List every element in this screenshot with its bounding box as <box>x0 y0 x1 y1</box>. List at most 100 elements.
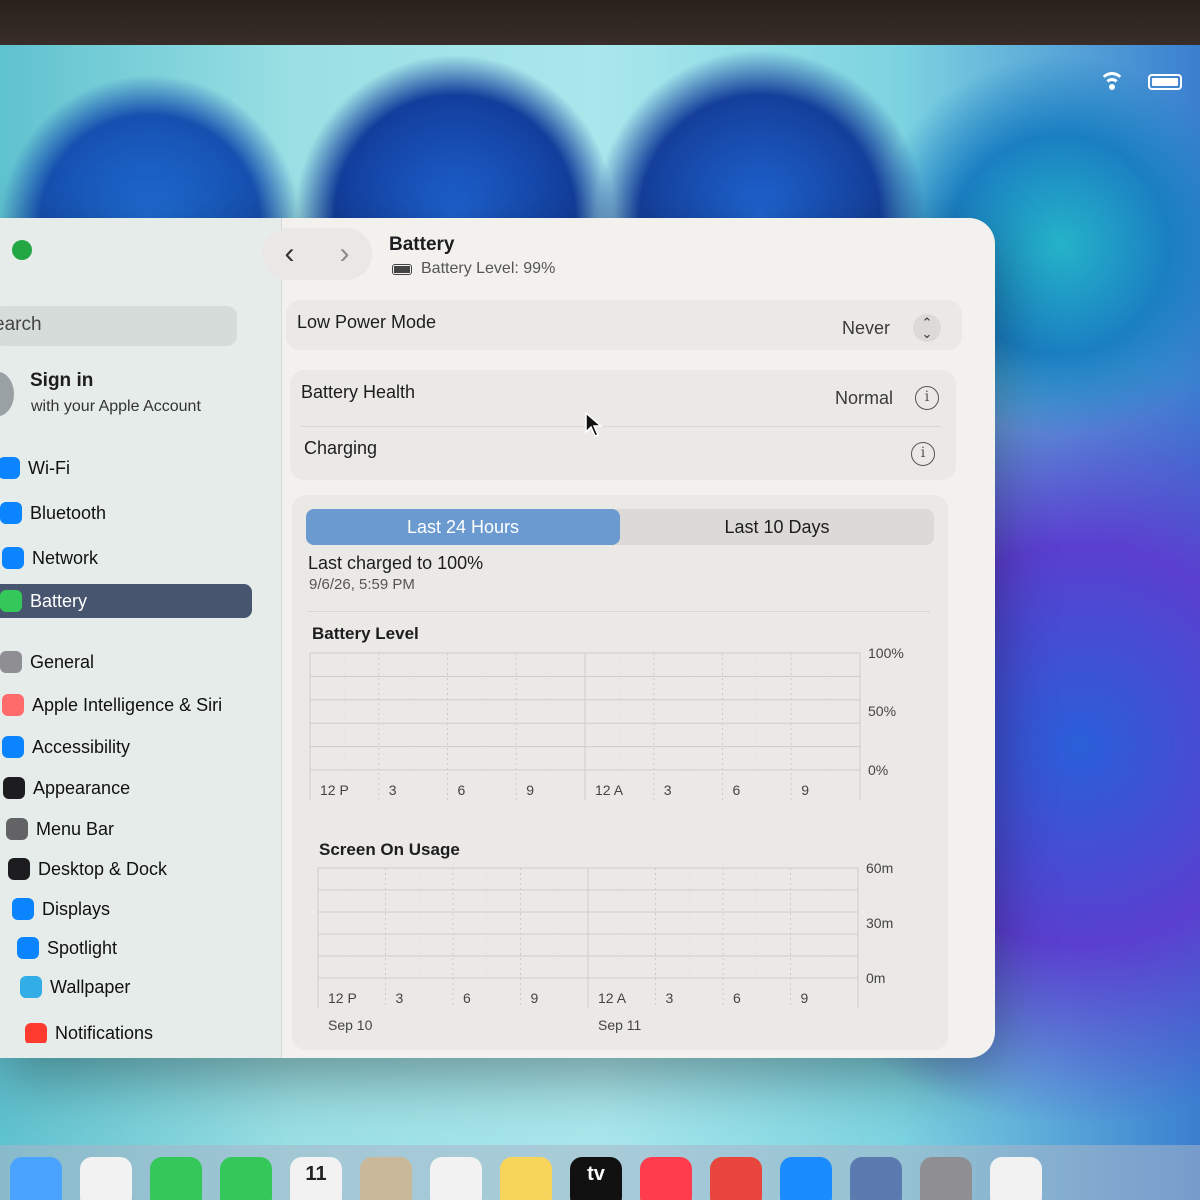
system-settings-window: earch Sign in with your Apple Account Wi… <box>0 218 995 1058</box>
menu-bar-icon <box>6 818 28 840</box>
sidebar-item-label: Wallpaper <box>50 976 131 997</box>
y-tick-label: 0% <box>868 762 888 778</box>
sidebar-item-wallpaper[interactable]: Wallpaper <box>20 970 130 1004</box>
spotlight-icon <box>17 937 39 959</box>
date-label: Sep 10 <box>328 1017 373 1033</box>
maps-icon[interactable] <box>10 1157 62 1200</box>
y-tick-label: 30m <box>866 915 893 931</box>
sidebar-item-notifications[interactable]: Notifications <box>25 1013 153 1043</box>
photos-icon[interactable] <box>80 1157 132 1200</box>
sidebar-item-label: General <box>30 651 95 672</box>
sidebar-item-general[interactable]: General <box>0 645 94 679</box>
phone-icon[interactable] <box>220 1157 272 1200</box>
reminders-icon[interactable] <box>430 1157 482 1200</box>
displays-icon <box>12 898 34 920</box>
time-range-segmented-control: Last 24 Hours Last 10 Days <box>306 509 934 545</box>
sidebar: earch Sign in with your Apple Account Wi… <box>0 218 282 1058</box>
battery-icon <box>392 263 412 275</box>
signin-title: Sign in <box>30 370 94 391</box>
menu-bar-status <box>1098 72 1182 92</box>
x-tick-label: 12 A <box>598 990 627 1006</box>
sidebar-item-bluetooth[interactable]: Bluetooth <box>0 496 106 530</box>
appearance-icon <box>3 777 25 799</box>
wifi-status-icon[interactable] <box>1098 72 1126 92</box>
home-icon[interactable] <box>990 1157 1042 1200</box>
music-icon[interactable] <box>640 1157 692 1200</box>
battery-level-chart-title: Battery Level <box>312 624 419 643</box>
x-tick-label: 9 <box>531 990 539 1006</box>
last-charged-date: 9/6/26, 5:59 PM <box>309 576 415 593</box>
sidebar-item-label: Apple Intelligence & Siri <box>32 694 223 715</box>
rocket-icon[interactable] <box>710 1157 762 1200</box>
preview-icon[interactable] <box>850 1157 902 1200</box>
sidebar-item-accessibility[interactable]: Accessibility <box>2 730 130 764</box>
network-icon <box>2 547 24 569</box>
battery-icon <box>0 590 22 612</box>
tv-icon[interactable]: tv <box>570 1157 622 1200</box>
battery-level-text: Battery Level: 99% <box>421 260 556 277</box>
wifi-icon <box>0 457 20 479</box>
battery-status-icon[interactable] <box>1148 74 1182 90</box>
sidebar-item-battery[interactable]: Battery <box>0 584 252 618</box>
facetime-icon[interactable] <box>150 1157 202 1200</box>
sidebar-item-label: Wi-Fi <box>28 457 70 478</box>
battery-health-label: Battery Health <box>301 382 416 402</box>
charging-label: Charging <box>304 438 378 458</box>
sidebar-item-label: Menu Bar <box>36 818 115 839</box>
sidebar-item-label: Spotlight <box>47 937 118 958</box>
low-power-card: Low Power Mode Never ⌃ ⌄ <box>286 300 962 350</box>
sidebar-item-label: Network <box>32 547 99 568</box>
y-tick-label: 0m <box>866 970 885 986</box>
signin-subtitle: with your Apple Account <box>31 398 201 415</box>
tab-last-24-hours[interactable]: Last 24 Hours <box>306 509 620 545</box>
sidebar-item-wi-fi[interactable]: Wi-Fi <box>0 451 70 485</box>
siri-icon <box>2 694 24 716</box>
sidebar-item-spotlight[interactable]: Spotlight <box>17 931 117 965</box>
low-power-value[interactable]: Never <box>842 318 890 339</box>
app-store-icon[interactable] <box>780 1157 832 1200</box>
bluetooth-icon <box>0 502 22 524</box>
desktop-dock-icon <box>8 858 30 880</box>
forward-button[interactable]: › <box>317 228 372 280</box>
sidebar-item-displays[interactable]: Displays <box>12 892 110 926</box>
health-charging-card: Battery Health Normal i Charging i <box>290 370 956 480</box>
notifications-icon <box>25 1023 47 1043</box>
tab-last-10-days[interactable]: Last 10 Days <box>620 509 934 545</box>
divider <box>301 426 941 427</box>
up-down-chevron-icon[interactable]: ⌃ ⌄ <box>913 314 941 342</box>
sidebar-item-apple-intelligence-siri[interactable]: Apple Intelligence & Siri <box>2 688 222 722</box>
x-tick-label: 3 <box>396 990 404 1006</box>
search-input[interactable]: earch <box>0 306 237 346</box>
zoom-window-button[interactable] <box>12 240 32 260</box>
info-icon[interactable]: i <box>915 386 939 410</box>
x-tick-label: 12 A <box>595 782 624 798</box>
info-icon[interactable]: i <box>911 442 935 466</box>
page-subtitle: Battery Level: 99% <box>392 260 555 278</box>
chevron-left-icon: ‹ <box>284 237 295 270</box>
x-tick-label: 12 P <box>320 782 349 798</box>
sidebar-item-desktop-dock[interactable]: Desktop & Dock <box>8 852 167 886</box>
back-button[interactable]: ‹ <box>262 228 317 280</box>
screen-on-usage-chart: 60m 30m 0m 12 P 3 6 9 12 A 3 6 9 Sep 10 Sep 11 <box>317 860 893 1033</box>
x-tick-label: 9 <box>801 990 809 1006</box>
sidebar-item-appearance[interactable]: Appearance <box>3 771 130 805</box>
sidebar-item-label: Displays <box>42 898 111 919</box>
x-tick-label: 3 <box>389 782 397 798</box>
x-tick-label: 6 <box>733 990 741 1006</box>
sidebar-item-label: Desktop & Dock <box>38 858 168 879</box>
notes-icon[interactable] <box>500 1157 552 1200</box>
date-label: Sep 11 <box>598 1017 642 1033</box>
contacts-icon[interactable] <box>360 1157 412 1200</box>
battery-level-chart: 100% 50% 0% 12 P 3 6 9 12 A 3 6 9 <box>309 645 904 800</box>
last-charged-label: Last charged to 100% <box>308 553 484 573</box>
settings-icon[interactable] <box>920 1157 972 1200</box>
low-power-label: Low Power Mode <box>297 312 437 332</box>
x-tick-label: 6 <box>733 782 741 798</box>
wallpaper-icon <box>20 976 42 998</box>
sidebar-item-menu-bar[interactable]: Menu Bar <box>6 812 114 846</box>
y-tick-label: 100% <box>868 645 904 661</box>
sidebar-item-label: Battery <box>30 590 88 611</box>
calendar-icon[interactable]: 11 <box>290 1157 342 1200</box>
sidebar-item-network[interactable]: Network <box>2 541 98 575</box>
sidebar-item-label: Notifications <box>55 1023 154 1043</box>
